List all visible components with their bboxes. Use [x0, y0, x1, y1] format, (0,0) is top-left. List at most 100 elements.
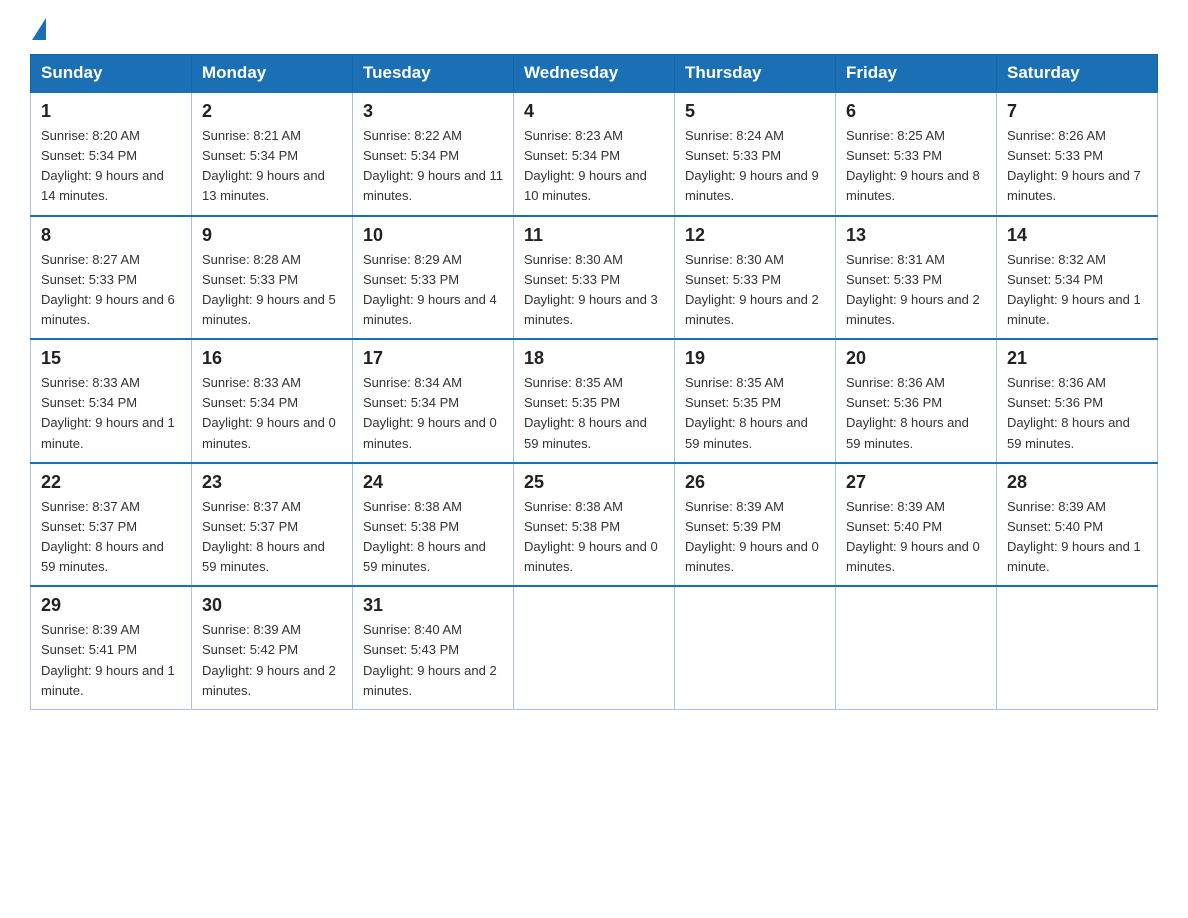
day-number: 25	[524, 472, 664, 493]
calendar-cell: 9 Sunrise: 8:28 AM Sunset: 5:33 PM Dayli…	[192, 216, 353, 340]
calendar-cell: 22 Sunrise: 8:37 AM Sunset: 5:37 PM Dayl…	[31, 463, 192, 587]
calendar-cell: 15 Sunrise: 8:33 AM Sunset: 5:34 PM Dayl…	[31, 339, 192, 463]
calendar-cell: 17 Sunrise: 8:34 AM Sunset: 5:34 PM Dayl…	[353, 339, 514, 463]
calendar-cell: 14 Sunrise: 8:32 AM Sunset: 5:34 PM Dayl…	[997, 216, 1158, 340]
day-info: Sunrise: 8:39 AM Sunset: 5:40 PM Dayligh…	[846, 497, 986, 578]
day-info: Sunrise: 8:40 AM Sunset: 5:43 PM Dayligh…	[363, 620, 503, 701]
calendar-cell: 25 Sunrise: 8:38 AM Sunset: 5:38 PM Dayl…	[514, 463, 675, 587]
day-info: Sunrise: 8:39 AM Sunset: 5:41 PM Dayligh…	[41, 620, 181, 701]
day-number: 22	[41, 472, 181, 493]
day-number: 31	[363, 595, 503, 616]
calendar-cell	[675, 586, 836, 709]
calendar-cell: 28 Sunrise: 8:39 AM Sunset: 5:40 PM Dayl…	[997, 463, 1158, 587]
day-info: Sunrise: 8:32 AM Sunset: 5:34 PM Dayligh…	[1007, 250, 1147, 331]
day-info: Sunrise: 8:35 AM Sunset: 5:35 PM Dayligh…	[685, 373, 825, 454]
day-info: Sunrise: 8:37 AM Sunset: 5:37 PM Dayligh…	[202, 497, 342, 578]
calendar-cell: 4 Sunrise: 8:23 AM Sunset: 5:34 PM Dayli…	[514, 92, 675, 216]
calendar-table: SundayMondayTuesdayWednesdayThursdayFrid…	[30, 54, 1158, 710]
day-number: 29	[41, 595, 181, 616]
day-number: 19	[685, 348, 825, 369]
day-info: Sunrise: 8:28 AM Sunset: 5:33 PM Dayligh…	[202, 250, 342, 331]
calendar-cell: 24 Sunrise: 8:38 AM Sunset: 5:38 PM Dayl…	[353, 463, 514, 587]
weekday-header-monday: Monday	[192, 55, 353, 93]
day-info: Sunrise: 8:30 AM Sunset: 5:33 PM Dayligh…	[685, 250, 825, 331]
calendar-cell: 23 Sunrise: 8:37 AM Sunset: 5:37 PM Dayl…	[192, 463, 353, 587]
day-number: 9	[202, 225, 342, 246]
day-number: 23	[202, 472, 342, 493]
day-number: 27	[846, 472, 986, 493]
day-number: 10	[363, 225, 503, 246]
calendar-cell	[997, 586, 1158, 709]
calendar-cell: 10 Sunrise: 8:29 AM Sunset: 5:33 PM Dayl…	[353, 216, 514, 340]
day-number: 4	[524, 101, 664, 122]
calendar-cell	[514, 586, 675, 709]
day-number: 15	[41, 348, 181, 369]
calendar-cell: 12 Sunrise: 8:30 AM Sunset: 5:33 PM Dayl…	[675, 216, 836, 340]
calendar-cell: 1 Sunrise: 8:20 AM Sunset: 5:34 PM Dayli…	[31, 92, 192, 216]
calendar-week-3: 15 Sunrise: 8:33 AM Sunset: 5:34 PM Dayl…	[31, 339, 1158, 463]
calendar-week-4: 22 Sunrise: 8:37 AM Sunset: 5:37 PM Dayl…	[31, 463, 1158, 587]
day-number: 8	[41, 225, 181, 246]
day-info: Sunrise: 8:24 AM Sunset: 5:33 PM Dayligh…	[685, 126, 825, 207]
day-number: 2	[202, 101, 342, 122]
day-number: 26	[685, 472, 825, 493]
day-number: 3	[363, 101, 503, 122]
day-number: 11	[524, 225, 664, 246]
weekday-header-thursday: Thursday	[675, 55, 836, 93]
calendar-cell: 31 Sunrise: 8:40 AM Sunset: 5:43 PM Dayl…	[353, 586, 514, 709]
day-info: Sunrise: 8:31 AM Sunset: 5:33 PM Dayligh…	[846, 250, 986, 331]
logo-triangle-icon	[32, 18, 46, 40]
weekday-header-wednesday: Wednesday	[514, 55, 675, 93]
day-number: 12	[685, 225, 825, 246]
day-info: Sunrise: 8:36 AM Sunset: 5:36 PM Dayligh…	[846, 373, 986, 454]
calendar-cell: 6 Sunrise: 8:25 AM Sunset: 5:33 PM Dayli…	[836, 92, 997, 216]
day-info: Sunrise: 8:30 AM Sunset: 5:33 PM Dayligh…	[524, 250, 664, 331]
day-info: Sunrise: 8:25 AM Sunset: 5:33 PM Dayligh…	[846, 126, 986, 207]
day-info: Sunrise: 8:39 AM Sunset: 5:39 PM Dayligh…	[685, 497, 825, 578]
day-info: Sunrise: 8:33 AM Sunset: 5:34 PM Dayligh…	[41, 373, 181, 454]
day-info: Sunrise: 8:23 AM Sunset: 5:34 PM Dayligh…	[524, 126, 664, 207]
weekday-header-saturday: Saturday	[997, 55, 1158, 93]
calendar-cell: 27 Sunrise: 8:39 AM Sunset: 5:40 PM Dayl…	[836, 463, 997, 587]
calendar-cell: 18 Sunrise: 8:35 AM Sunset: 5:35 PM Dayl…	[514, 339, 675, 463]
logo	[30, 20, 48, 38]
day-info: Sunrise: 8:39 AM Sunset: 5:42 PM Dayligh…	[202, 620, 342, 701]
day-number: 1	[41, 101, 181, 122]
weekday-header-tuesday: Tuesday	[353, 55, 514, 93]
calendar-cell: 5 Sunrise: 8:24 AM Sunset: 5:33 PM Dayli…	[675, 92, 836, 216]
day-info: Sunrise: 8:39 AM Sunset: 5:40 PM Dayligh…	[1007, 497, 1147, 578]
day-number: 28	[1007, 472, 1147, 493]
day-number: 21	[1007, 348, 1147, 369]
calendar-cell: 7 Sunrise: 8:26 AM Sunset: 5:33 PM Dayli…	[997, 92, 1158, 216]
calendar-cell: 26 Sunrise: 8:39 AM Sunset: 5:39 PM Dayl…	[675, 463, 836, 587]
day-number: 13	[846, 225, 986, 246]
day-info: Sunrise: 8:38 AM Sunset: 5:38 PM Dayligh…	[524, 497, 664, 578]
calendar-cell: 2 Sunrise: 8:21 AM Sunset: 5:34 PM Dayli…	[192, 92, 353, 216]
calendar-cell	[836, 586, 997, 709]
page-header	[30, 20, 1158, 38]
day-info: Sunrise: 8:37 AM Sunset: 5:37 PM Dayligh…	[41, 497, 181, 578]
weekday-header-sunday: Sunday	[31, 55, 192, 93]
weekday-header-friday: Friday	[836, 55, 997, 93]
calendar-cell: 3 Sunrise: 8:22 AM Sunset: 5:34 PM Dayli…	[353, 92, 514, 216]
calendar-cell: 30 Sunrise: 8:39 AM Sunset: 5:42 PM Dayl…	[192, 586, 353, 709]
day-number: 7	[1007, 101, 1147, 122]
calendar-week-2: 8 Sunrise: 8:27 AM Sunset: 5:33 PM Dayli…	[31, 216, 1158, 340]
day-number: 14	[1007, 225, 1147, 246]
day-number: 18	[524, 348, 664, 369]
day-info: Sunrise: 8:36 AM Sunset: 5:36 PM Dayligh…	[1007, 373, 1147, 454]
calendar-cell: 29 Sunrise: 8:39 AM Sunset: 5:41 PM Dayl…	[31, 586, 192, 709]
calendar-cell: 21 Sunrise: 8:36 AM Sunset: 5:36 PM Dayl…	[997, 339, 1158, 463]
calendar-week-1: 1 Sunrise: 8:20 AM Sunset: 5:34 PM Dayli…	[31, 92, 1158, 216]
calendar-cell: 19 Sunrise: 8:35 AM Sunset: 5:35 PM Dayl…	[675, 339, 836, 463]
calendar-header-row: SundayMondayTuesdayWednesdayThursdayFrid…	[31, 55, 1158, 93]
calendar-cell: 13 Sunrise: 8:31 AM Sunset: 5:33 PM Dayl…	[836, 216, 997, 340]
day-number: 6	[846, 101, 986, 122]
day-info: Sunrise: 8:38 AM Sunset: 5:38 PM Dayligh…	[363, 497, 503, 578]
day-number: 16	[202, 348, 342, 369]
day-info: Sunrise: 8:27 AM Sunset: 5:33 PM Dayligh…	[41, 250, 181, 331]
day-number: 5	[685, 101, 825, 122]
calendar-cell: 16 Sunrise: 8:33 AM Sunset: 5:34 PM Dayl…	[192, 339, 353, 463]
calendar-cell: 11 Sunrise: 8:30 AM Sunset: 5:33 PM Dayl…	[514, 216, 675, 340]
day-info: Sunrise: 8:33 AM Sunset: 5:34 PM Dayligh…	[202, 373, 342, 454]
